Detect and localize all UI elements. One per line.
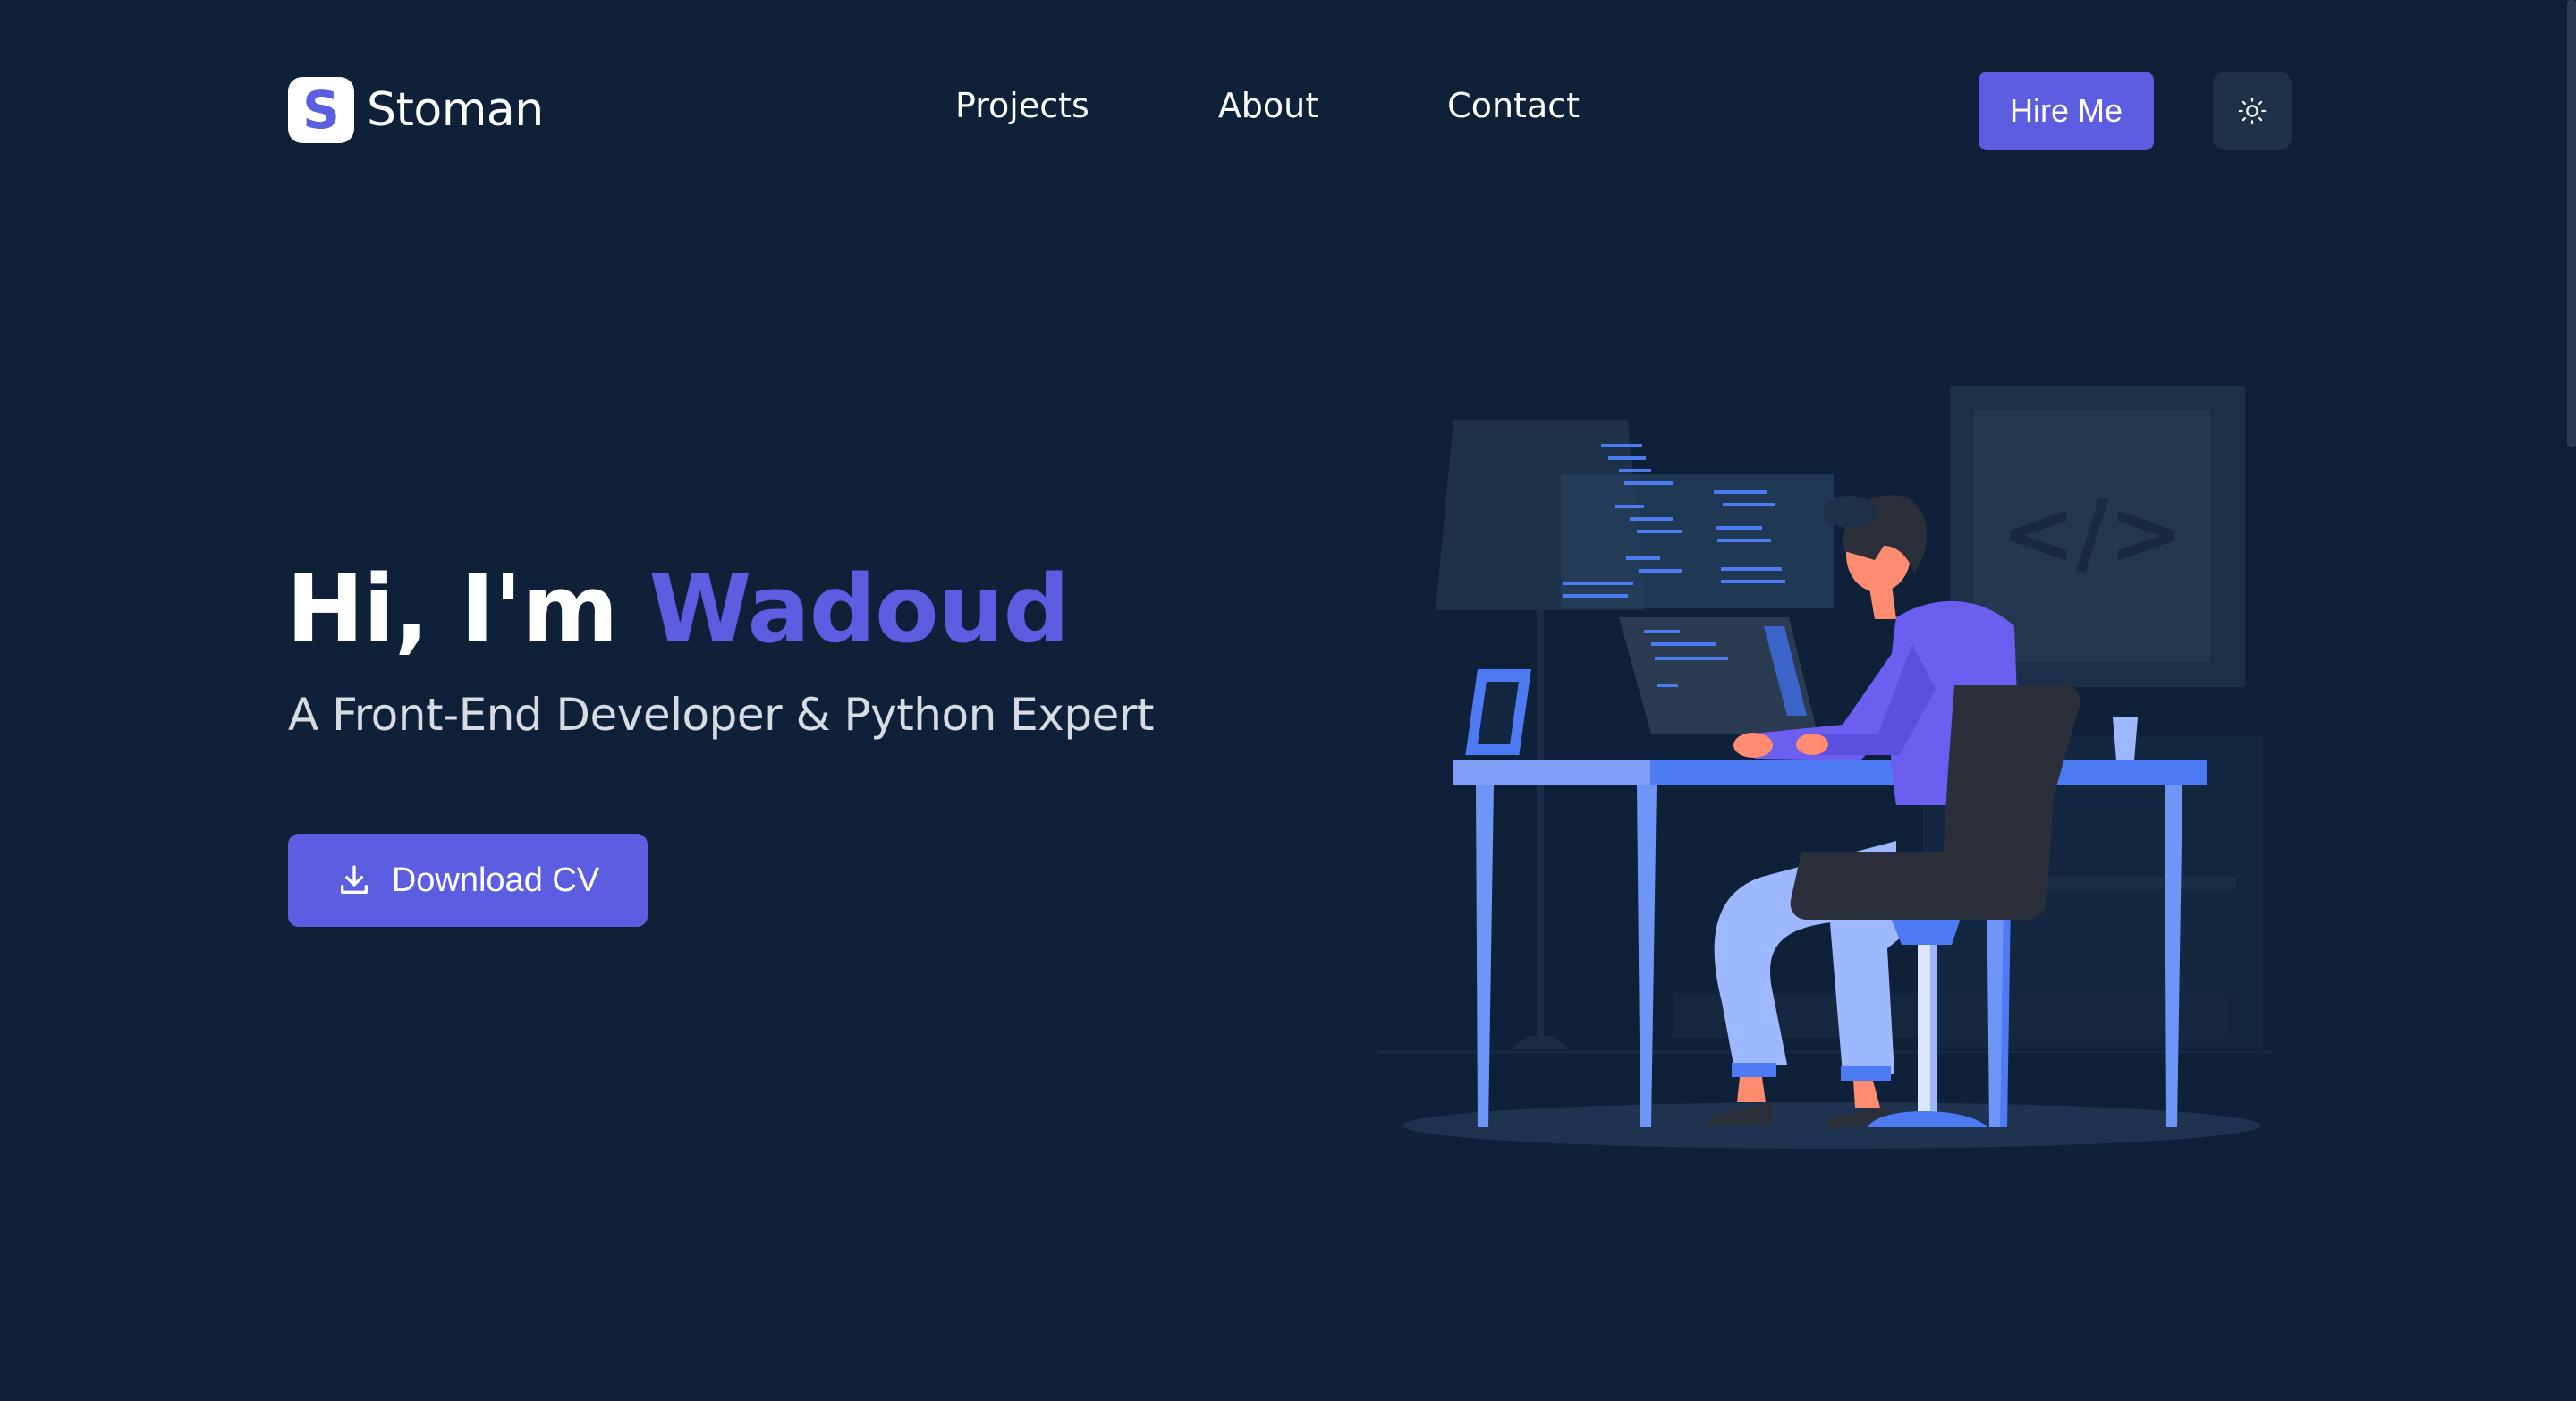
chair-stand [1918, 930, 1930, 1115]
brand-logo[interactable]: S Stoman [288, 77, 544, 143]
cup [2113, 717, 2138, 760]
theme-toggle-button[interactable] [2213, 72, 2292, 150]
sun-icon [2238, 97, 2267, 125]
download-icon [340, 865, 368, 894]
brand-name: Stoman [367, 83, 544, 137]
hero-name: Wadoud [648, 555, 1071, 664]
code-screen [1561, 474, 1834, 608]
logo-mark: S [288, 77, 354, 143]
nav-link-projects[interactable]: Projects [955, 86, 1089, 125]
download-cv-label: Download CV [391, 861, 600, 899]
developer-illustration: </> [1377, 386, 2272, 1149]
nav-link-contact[interactable]: Contact [1447, 86, 1580, 125]
chair-seat [1790, 852, 2035, 920]
hero-greeting: Hi, I'm [286, 555, 618, 664]
desk-leg [1476, 785, 1494, 1127]
hire-me-button[interactable]: Hire Me [1979, 72, 2154, 150]
lamp-pole [1537, 610, 1544, 1049]
hero-subtitle: A Front-End Developer & Python Expert [288, 689, 1155, 741]
page-scrollbar[interactable] [2567, 0, 2576, 447]
main-nav: Projects About Contact [955, 86, 1580, 125]
code-symbol: </> [2001, 480, 2183, 585]
nav-link-about[interactable]: About [1218, 86, 1318, 125]
logo-letter: S [302, 80, 340, 140]
download-cv-button[interactable]: Download CV [288, 834, 648, 927]
hero-title: Hi, I'm Wadoud [286, 558, 1070, 660]
